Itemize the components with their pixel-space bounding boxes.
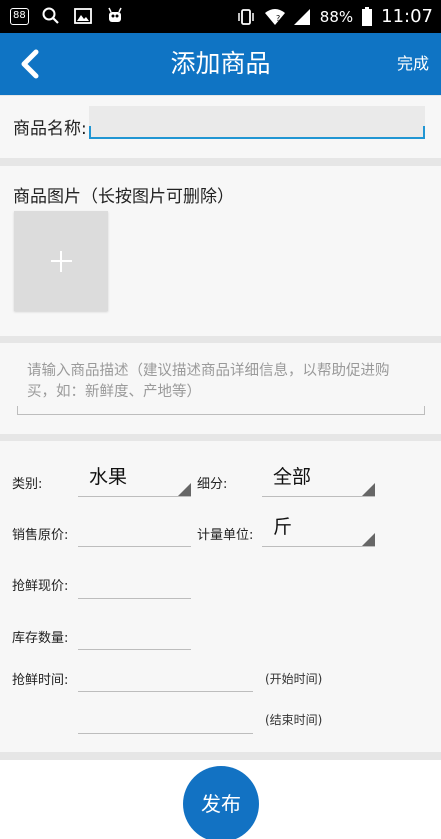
battery-percentage: 88%	[319, 7, 354, 26]
description-underline-left-tick	[17, 406, 18, 415]
bottom-bar: 发布	[0, 760, 441, 839]
start-time-input[interactable]	[78, 662, 253, 692]
publish-button[interactable]: 发布	[183, 766, 259, 839]
status-bar-right: ? 88% 11:07	[236, 6, 433, 27]
category-spinner[interactable]: 水果	[78, 459, 191, 497]
clock: 11:07	[381, 6, 433, 27]
signal-icon	[292, 7, 312, 27]
back-button[interactable]	[14, 47, 48, 81]
add-image-button[interactable]	[14, 211, 108, 311]
notification-count-icon: 88	[10, 8, 29, 25]
dropdown-triangle-icon	[178, 483, 191, 496]
product-details-form: 类别: 水果 细分: 全部 销售原价: 计量单位: 斤 抢鲜现价: 库存数量: …	[0, 441, 441, 752]
subcategory-label: 细分:	[197, 477, 228, 492]
product-name-label: 商品名称:	[13, 119, 87, 139]
android-robot-icon	[105, 6, 125, 26]
category-label: 类别:	[12, 477, 43, 492]
category-value: 水果	[89, 466, 128, 488]
description-section	[0, 343, 441, 434]
svg-text:?: ?	[276, 14, 280, 23]
input-underline-right-tick	[423, 126, 425, 137]
product-name-section: 商品名称:	[0, 96, 441, 158]
subcategory-spinner[interactable]: 全部	[262, 459, 375, 497]
vibrate-icon	[236, 7, 256, 27]
wifi-icon: ?	[264, 7, 285, 27]
original-price-input[interactable]	[78, 517, 191, 547]
image-icon	[73, 6, 93, 26]
product-images-label: 商品图片（长按图片可删除）	[13, 187, 234, 207]
stock-input[interactable]	[78, 620, 191, 650]
sale-price-label: 抢鲜现价:	[12, 579, 69, 594]
end-time-hint: (结束时间)	[265, 713, 323, 727]
product-images-section: 商品图片（长按图片可删除）	[0, 166, 441, 336]
description-underline	[17, 414, 425, 415]
time-label: 抢鲜时间:	[12, 673, 69, 688]
sale-price-input[interactable]	[78, 569, 191, 599]
battery-icon	[361, 6, 373, 27]
screen: 88 ? 88% 11:07 添加商品 完成 商品名称: 商品图片（长按图片可删…	[0, 0, 441, 839]
unit-label: 计量单位:	[197, 528, 254, 543]
chevron-left-icon	[21, 49, 39, 79]
done-button[interactable]: 完成	[397, 33, 429, 95]
product-name-input[interactable]	[89, 106, 425, 139]
dropdown-triangle-icon	[362, 533, 375, 546]
stock-label: 库存数量:	[12, 631, 69, 646]
start-time-hint: (开始时间)	[265, 672, 323, 686]
status-bar-left: 88	[10, 6, 125, 26]
app-bar: 添加商品 完成	[0, 33, 441, 95]
status-bar: 88 ? 88% 11:07	[0, 0, 441, 33]
unit-spinner[interactable]: 斤	[262, 509, 375, 547]
description-input[interactable]	[17, 355, 425, 415]
original-price-label: 销售原价:	[12, 528, 69, 543]
unit-value: 斤	[273, 516, 293, 538]
dropdown-triangle-icon	[362, 483, 375, 496]
subcategory-value: 全部	[273, 466, 312, 488]
page-title: 添加商品	[170, 49, 271, 78]
end-time-input[interactable]	[78, 704, 253, 734]
input-underline-left-tick	[89, 126, 91, 137]
description-underline-right-tick	[424, 406, 425, 415]
search-icon	[41, 6, 61, 26]
